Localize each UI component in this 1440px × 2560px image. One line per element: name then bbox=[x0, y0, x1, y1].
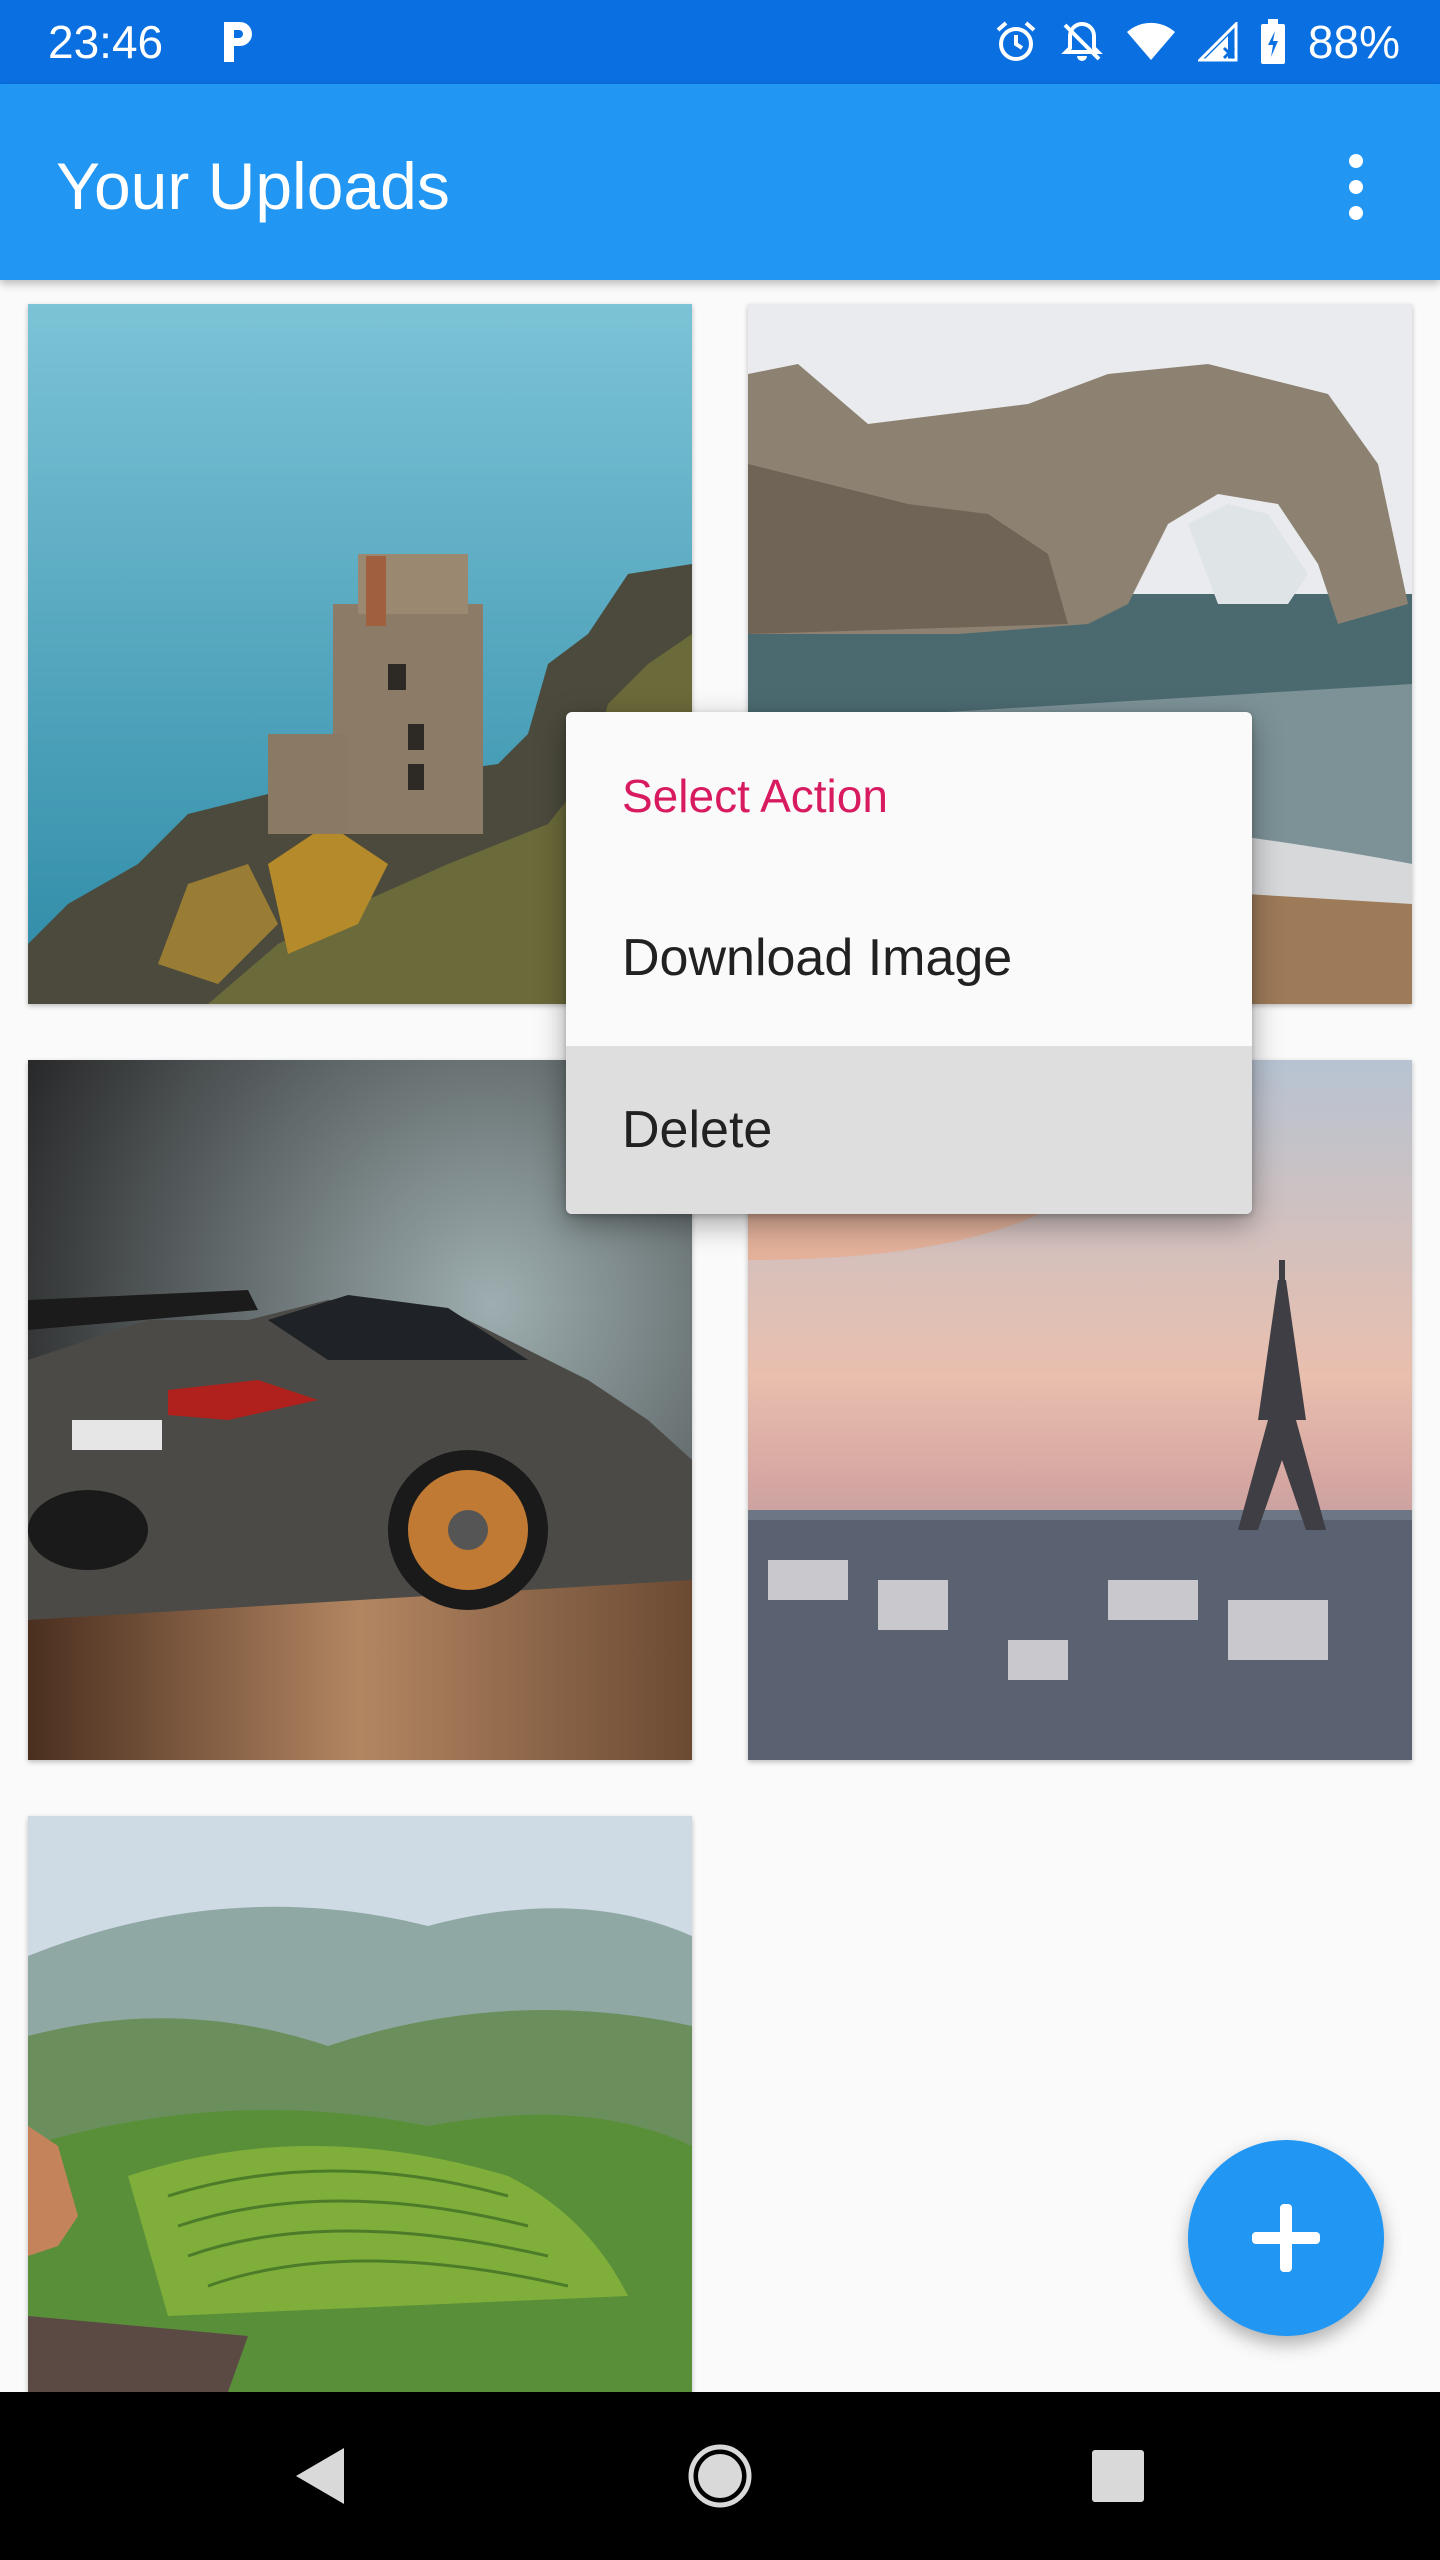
add-button[interactable] bbox=[1188, 2140, 1384, 2336]
home-icon bbox=[688, 2444, 752, 2508]
context-menu: Select Action Download Image Delete bbox=[566, 712, 1252, 1214]
status-icons: 88% bbox=[994, 14, 1400, 70]
overflow-dot bbox=[1349, 180, 1363, 194]
status-time: 23:46 bbox=[48, 16, 164, 68]
back-icon bbox=[296, 2448, 344, 2504]
status-bar: 23:46 88% bbox=[0, 0, 1440, 84]
recents-icon bbox=[1092, 2450, 1144, 2502]
recents-button[interactable] bbox=[1078, 2436, 1158, 2516]
overflow-dot bbox=[1349, 154, 1363, 168]
rice-terraces-image bbox=[28, 1816, 692, 2392]
wifi-icon bbox=[1126, 22, 1175, 60]
battery-percent: 88% bbox=[1307, 16, 1400, 68]
notifications-off-icon bbox=[1061, 21, 1103, 61]
alarm-icon bbox=[996, 21, 1036, 61]
gallery-image-rice-terraces[interactable] bbox=[28, 1816, 692, 2392]
overflow-dot bbox=[1349, 206, 1363, 220]
delete-menu-item[interactable]: Delete bbox=[566, 1046, 1252, 1214]
home-button[interactable] bbox=[680, 2436, 760, 2516]
p-notification-icon bbox=[224, 22, 252, 62]
download-image-menu-item[interactable]: Download Image bbox=[566, 874, 1252, 1042]
more-vert-icon[interactable] bbox=[1320, 142, 1392, 232]
back-button[interactable] bbox=[280, 2436, 360, 2516]
battery-charging-icon bbox=[1260, 19, 1285, 64]
add-icon bbox=[1252, 2204, 1320, 2272]
navigation-bar bbox=[0, 2392, 1440, 2560]
page-title: Your Uploads bbox=[56, 149, 450, 223]
cell-signal-icon bbox=[1197, 22, 1238, 62]
app-bar: Your Uploads bbox=[0, 84, 1440, 280]
menu-title: Select Action bbox=[622, 770, 888, 822]
